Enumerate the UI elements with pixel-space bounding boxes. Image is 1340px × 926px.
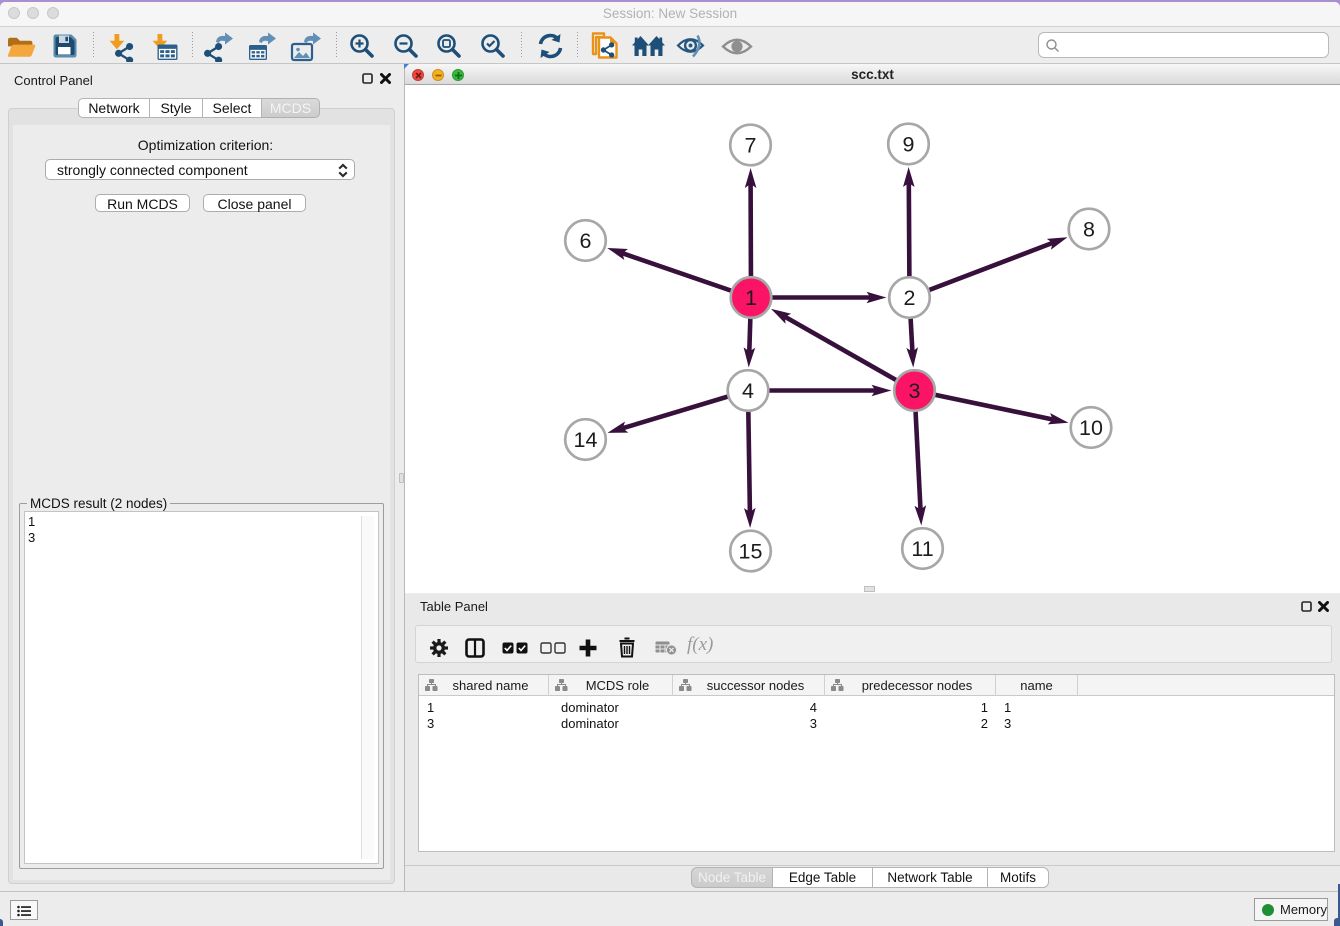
svg-text:2: 2: [904, 286, 916, 310]
svg-text:4: 4: [742, 379, 754, 403]
svg-text:14: 14: [574, 428, 598, 452]
svg-text:11: 11: [911, 537, 933, 561]
svg-text:3: 3: [909, 379, 921, 403]
svg-text:9: 9: [903, 133, 915, 157]
svg-text:10: 10: [1079, 416, 1103, 440]
svg-text:8: 8: [1083, 218, 1095, 242]
svg-text:6: 6: [580, 229, 592, 253]
svg-text:1: 1: [745, 286, 757, 310]
svg-text:7: 7: [745, 134, 757, 158]
svg-text:15: 15: [739, 540, 763, 564]
